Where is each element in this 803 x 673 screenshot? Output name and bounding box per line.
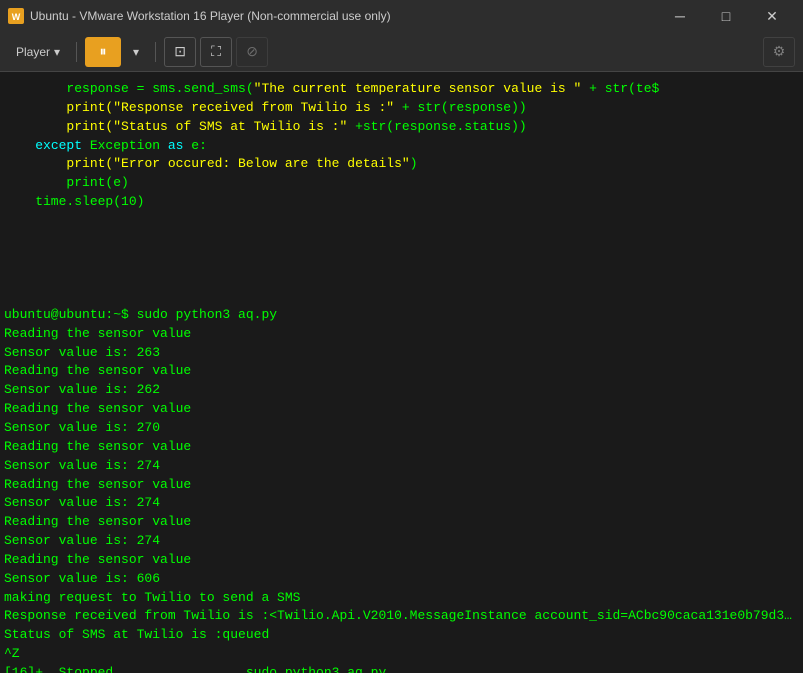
- player-menu-button[interactable]: Player ▾: [8, 37, 68, 67]
- pause-icon: ⏸: [100, 43, 107, 60]
- out-2: Sensor value is: 263: [4, 344, 799, 363]
- out-4: Sensor value is: 262: [4, 381, 799, 400]
- titlebar: W Ubuntu - VMware Workstation 16 Player …: [0, 0, 803, 32]
- window-title: Ubuntu - VMware Workstation 16 Player (N…: [30, 9, 657, 23]
- vm-icon: ⊡: [174, 43, 186, 60]
- out-15: making request to Twilio to send a SMS: [4, 589, 799, 608]
- vm-settings-button[interactable]: ⊡: [164, 37, 196, 67]
- terminal[interactable]: response = sms.send_sms("The current tem…: [0, 72, 803, 673]
- out-12: Sensor value is: 274: [4, 532, 799, 551]
- pause-button[interactable]: ⏸: [85, 37, 121, 67]
- out-18: ^Z: [4, 645, 799, 664]
- out-13: Reading the sensor value: [4, 551, 799, 570]
- fullscreen-button[interactable]: ⛶: [200, 37, 232, 67]
- code-line-1: response = sms.send_sms("The current tem…: [4, 80, 799, 99]
- out-6: Sensor value is: 270: [4, 419, 799, 438]
- blank-space: [4, 216, 799, 306]
- separator-1: [76, 42, 77, 62]
- disabled-icon: ⊘: [246, 43, 258, 60]
- out-1: Reading the sensor value: [4, 325, 799, 344]
- close-button[interactable]: ✕: [749, 0, 795, 32]
- code-line-3: print("Status of SMS at Twilio is :" +st…: [4, 118, 799, 137]
- code-line-4: except Exception as e:: [4, 137, 799, 156]
- window-controls: ─ □ ✕: [657, 0, 795, 32]
- out-16: Response received from Twilio is :<Twili…: [4, 607, 799, 626]
- pause-dropdown-icon: ▾: [133, 45, 139, 59]
- separator-2: [155, 42, 156, 62]
- disabled-button: ⊘: [236, 37, 268, 67]
- out-3: Reading the sensor value: [4, 362, 799, 381]
- player-label: Player: [16, 45, 50, 59]
- settings-icon: ⚙: [773, 43, 786, 60]
- minimize-button[interactable]: ─: [657, 0, 703, 32]
- out-14: Sensor value is: 606: [4, 570, 799, 589]
- out-9: Reading the sensor value: [4, 476, 799, 495]
- code-line-6: print(e): [4, 174, 799, 193]
- app-icon: W: [8, 8, 24, 24]
- toolbar: Player ▾ ⏸ ▾ ⊡ ⛶ ⊘ ⚙: [0, 32, 803, 72]
- out-5: Reading the sensor value: [4, 400, 799, 419]
- code-area: response = sms.send_sms("The current tem…: [4, 80, 799, 216]
- out-19: [16]+ Stopped sudo python3 aq.py: [4, 664, 799, 673]
- code-line-7: time.sleep(10): [4, 193, 799, 212]
- out-7: Reading the sensor value: [4, 438, 799, 457]
- svg-text:W: W: [12, 12, 21, 22]
- out-8: Sensor value is: 274: [4, 457, 799, 476]
- code-line-5: print("Error occured: Below are the deta…: [4, 155, 799, 174]
- out-10: Sensor value is: 274: [4, 494, 799, 513]
- out-11: Reading the sensor value: [4, 513, 799, 532]
- code-line-2: print("Response received from Twilio is …: [4, 99, 799, 118]
- player-dropdown-icon: ▾: [54, 45, 60, 59]
- output-area: ubuntu@ubuntu:~$ sudo python3 aq.py Read…: [4, 306, 799, 673]
- settings-button[interactable]: ⚙: [763, 37, 795, 67]
- main-content: response = sms.send_sms("The current tem…: [0, 72, 803, 673]
- maximize-button[interactable]: □: [703, 0, 749, 32]
- pause-dropdown-button[interactable]: ▾: [125, 37, 147, 67]
- fullscreen-icon: ⛶: [211, 43, 221, 60]
- prompt-line: ubuntu@ubuntu:~$ sudo python3 aq.py: [4, 306, 799, 325]
- out-17: Status of SMS at Twilio is :queued: [4, 626, 799, 645]
